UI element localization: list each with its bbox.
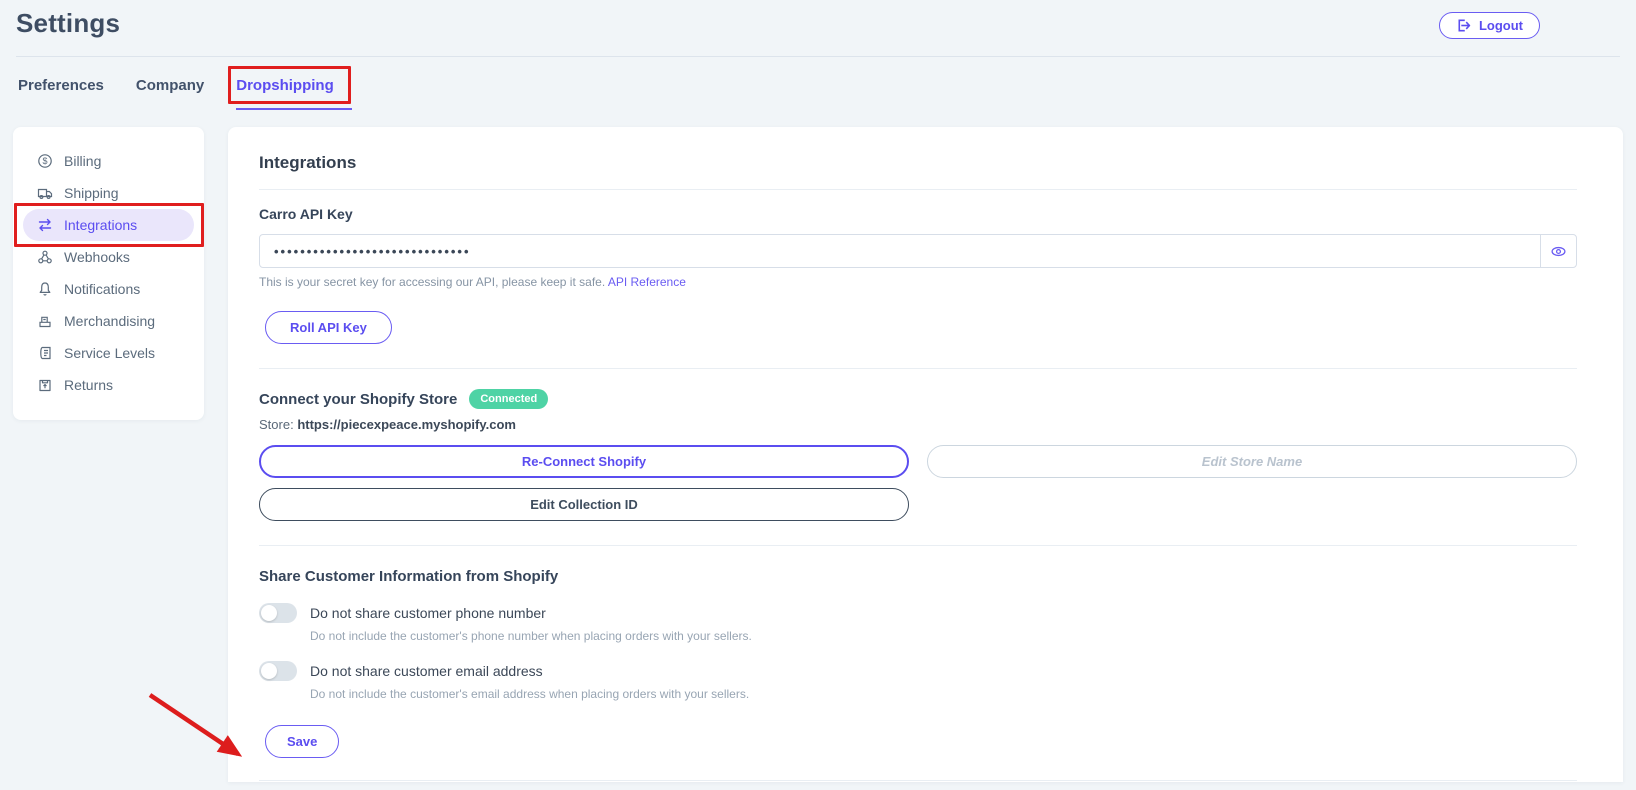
roll-api-key-button[interactable]: Roll API Key [265,311,392,344]
reveal-key-button[interactable] [1540,235,1576,267]
toggle-knob [261,605,277,621]
sidebar-item-integrations[interactable]: Integrations [14,203,204,247]
sidebar-item-billing[interactable]: $ Billing [23,145,194,177]
carro-api-key-label: Carro API Key [259,206,353,222]
section-divider [259,780,1577,781]
toggle-row-email: Do not share customer email address Do n… [259,661,1577,701]
content-area: $ Billing Shipping Integrations Webhooks [0,127,1636,782]
edit-collection-id-button[interactable]: Edit Collection ID [259,488,909,521]
settings-tabs: Preferences Company Dropshipping [0,57,1636,110]
sidebar-item-notifications[interactable]: Notifications [23,273,194,305]
store-label: Store: [259,417,294,432]
share-email-toggle-label: Do not share customer email address [310,663,543,679]
carro-helper-text: This is your secret key for accessing ou… [259,275,606,289]
integrations-panel: Integrations Carro API Key This is your … [228,127,1623,782]
logout-button[interactable]: Logout [1438,12,1540,39]
share-phone-toggle-label: Do not share customer phone number [310,605,546,621]
logout-icon [1456,18,1471,33]
service-levels-document-icon [40,346,51,360]
edit-store-name-button[interactable]: Edit Store Name [927,445,1577,478]
section-divider [259,189,1577,190]
toggle-row-phone: Do not share customer phone number Do no… [259,603,1577,643]
header: Settings Logout [0,0,1636,57]
merchandising-register-icon [39,316,51,328]
svg-text:$: $ [42,156,47,166]
toggle-knob [261,663,277,679]
sidebar-item-label: Integrations [64,217,138,233]
panel-title: Integrations [259,153,357,172]
section-divider [259,368,1577,369]
share-customer-info-section: Share Customer Information from Shopify … [259,568,1577,780]
sidebar-item-shipping[interactable]: Shipping [23,177,194,209]
carro-api-key-section: Carro API Key This is your secret key fo… [259,206,1577,368]
share-email-helper: Do not include the customer's email addr… [310,687,750,701]
api-reference-link[interactable]: API Reference [608,275,686,289]
active-tab-underline [236,108,352,110]
returns-box-icon [39,379,51,392]
shopify-store-section: Connect your Shopify Store Connected Sto… [259,389,1577,521]
shopify-buttons: Re-Connect Shopify Edit Store Name Edit … [259,445,1577,521]
sidebar-item-label: Shipping [64,185,119,201]
section-divider [259,545,1577,546]
eye-icon [1551,246,1566,256]
carro-api-key-input-group [259,234,1577,268]
sidebar-item-label: Service Levels [64,345,156,361]
tab-company[interactable]: Company [136,77,204,94]
share-phone-helper: Do not include the customer's phone numb… [310,629,752,643]
notifications-bell-icon [39,282,51,296]
carro-api-key-helper: This is your secret key for accessing ou… [259,275,1577,289]
page-title: Settings [16,8,121,38]
integrations-swap-icon [38,218,52,232]
store-url-line: Store: https://piecexpeace.myshopify.com [259,417,1577,432]
sidebar-item-label: Returns [64,377,114,393]
save-button[interactable]: Save [265,725,340,758]
sidebar-item-webhooks[interactable]: Webhooks [23,241,194,273]
sidebar-item-merchandising[interactable]: Merchandising [23,305,194,337]
share-phone-toggle[interactable] [259,603,297,623]
sidebar-item-returns[interactable]: Returns [23,369,194,401]
shopify-section-heading: Connect your Shopify Store [259,390,458,408]
webhooks-icon [38,250,52,264]
shipping-truck-icon [37,188,53,200]
sidebar-item-label: Merchandising [64,313,156,329]
logout-label: Logout [1478,18,1523,33]
reconnect-shopify-button[interactable]: Re-Connect Shopify [259,445,909,478]
settings-sidebar: $ Billing Shipping Integrations Webhooks [13,127,204,420]
store-url: https://piecexpeace.myshopify.com [297,417,516,432]
sidebar-item-service-levels[interactable]: Service Levels [23,337,194,369]
sidebar-item-label: Billing [64,153,102,169]
share-section-heading: Share Customer Information from Shopify [259,568,559,585]
tab-preferences[interactable]: Preferences [18,77,104,94]
sidebar-item-label: Notifications [64,281,141,297]
tab-dropshipping[interactable]: Dropshipping [228,66,352,110]
sidebar-item-label: Webhooks [64,249,130,265]
shopify-connected-badge: Connected [469,389,549,409]
tab-dropshipping-label: Dropshipping [236,77,334,94]
share-email-toggle[interactable] [259,661,297,681]
billing-dollar-icon: $ [38,154,52,168]
carro-api-key-input[interactable] [260,235,1540,267]
